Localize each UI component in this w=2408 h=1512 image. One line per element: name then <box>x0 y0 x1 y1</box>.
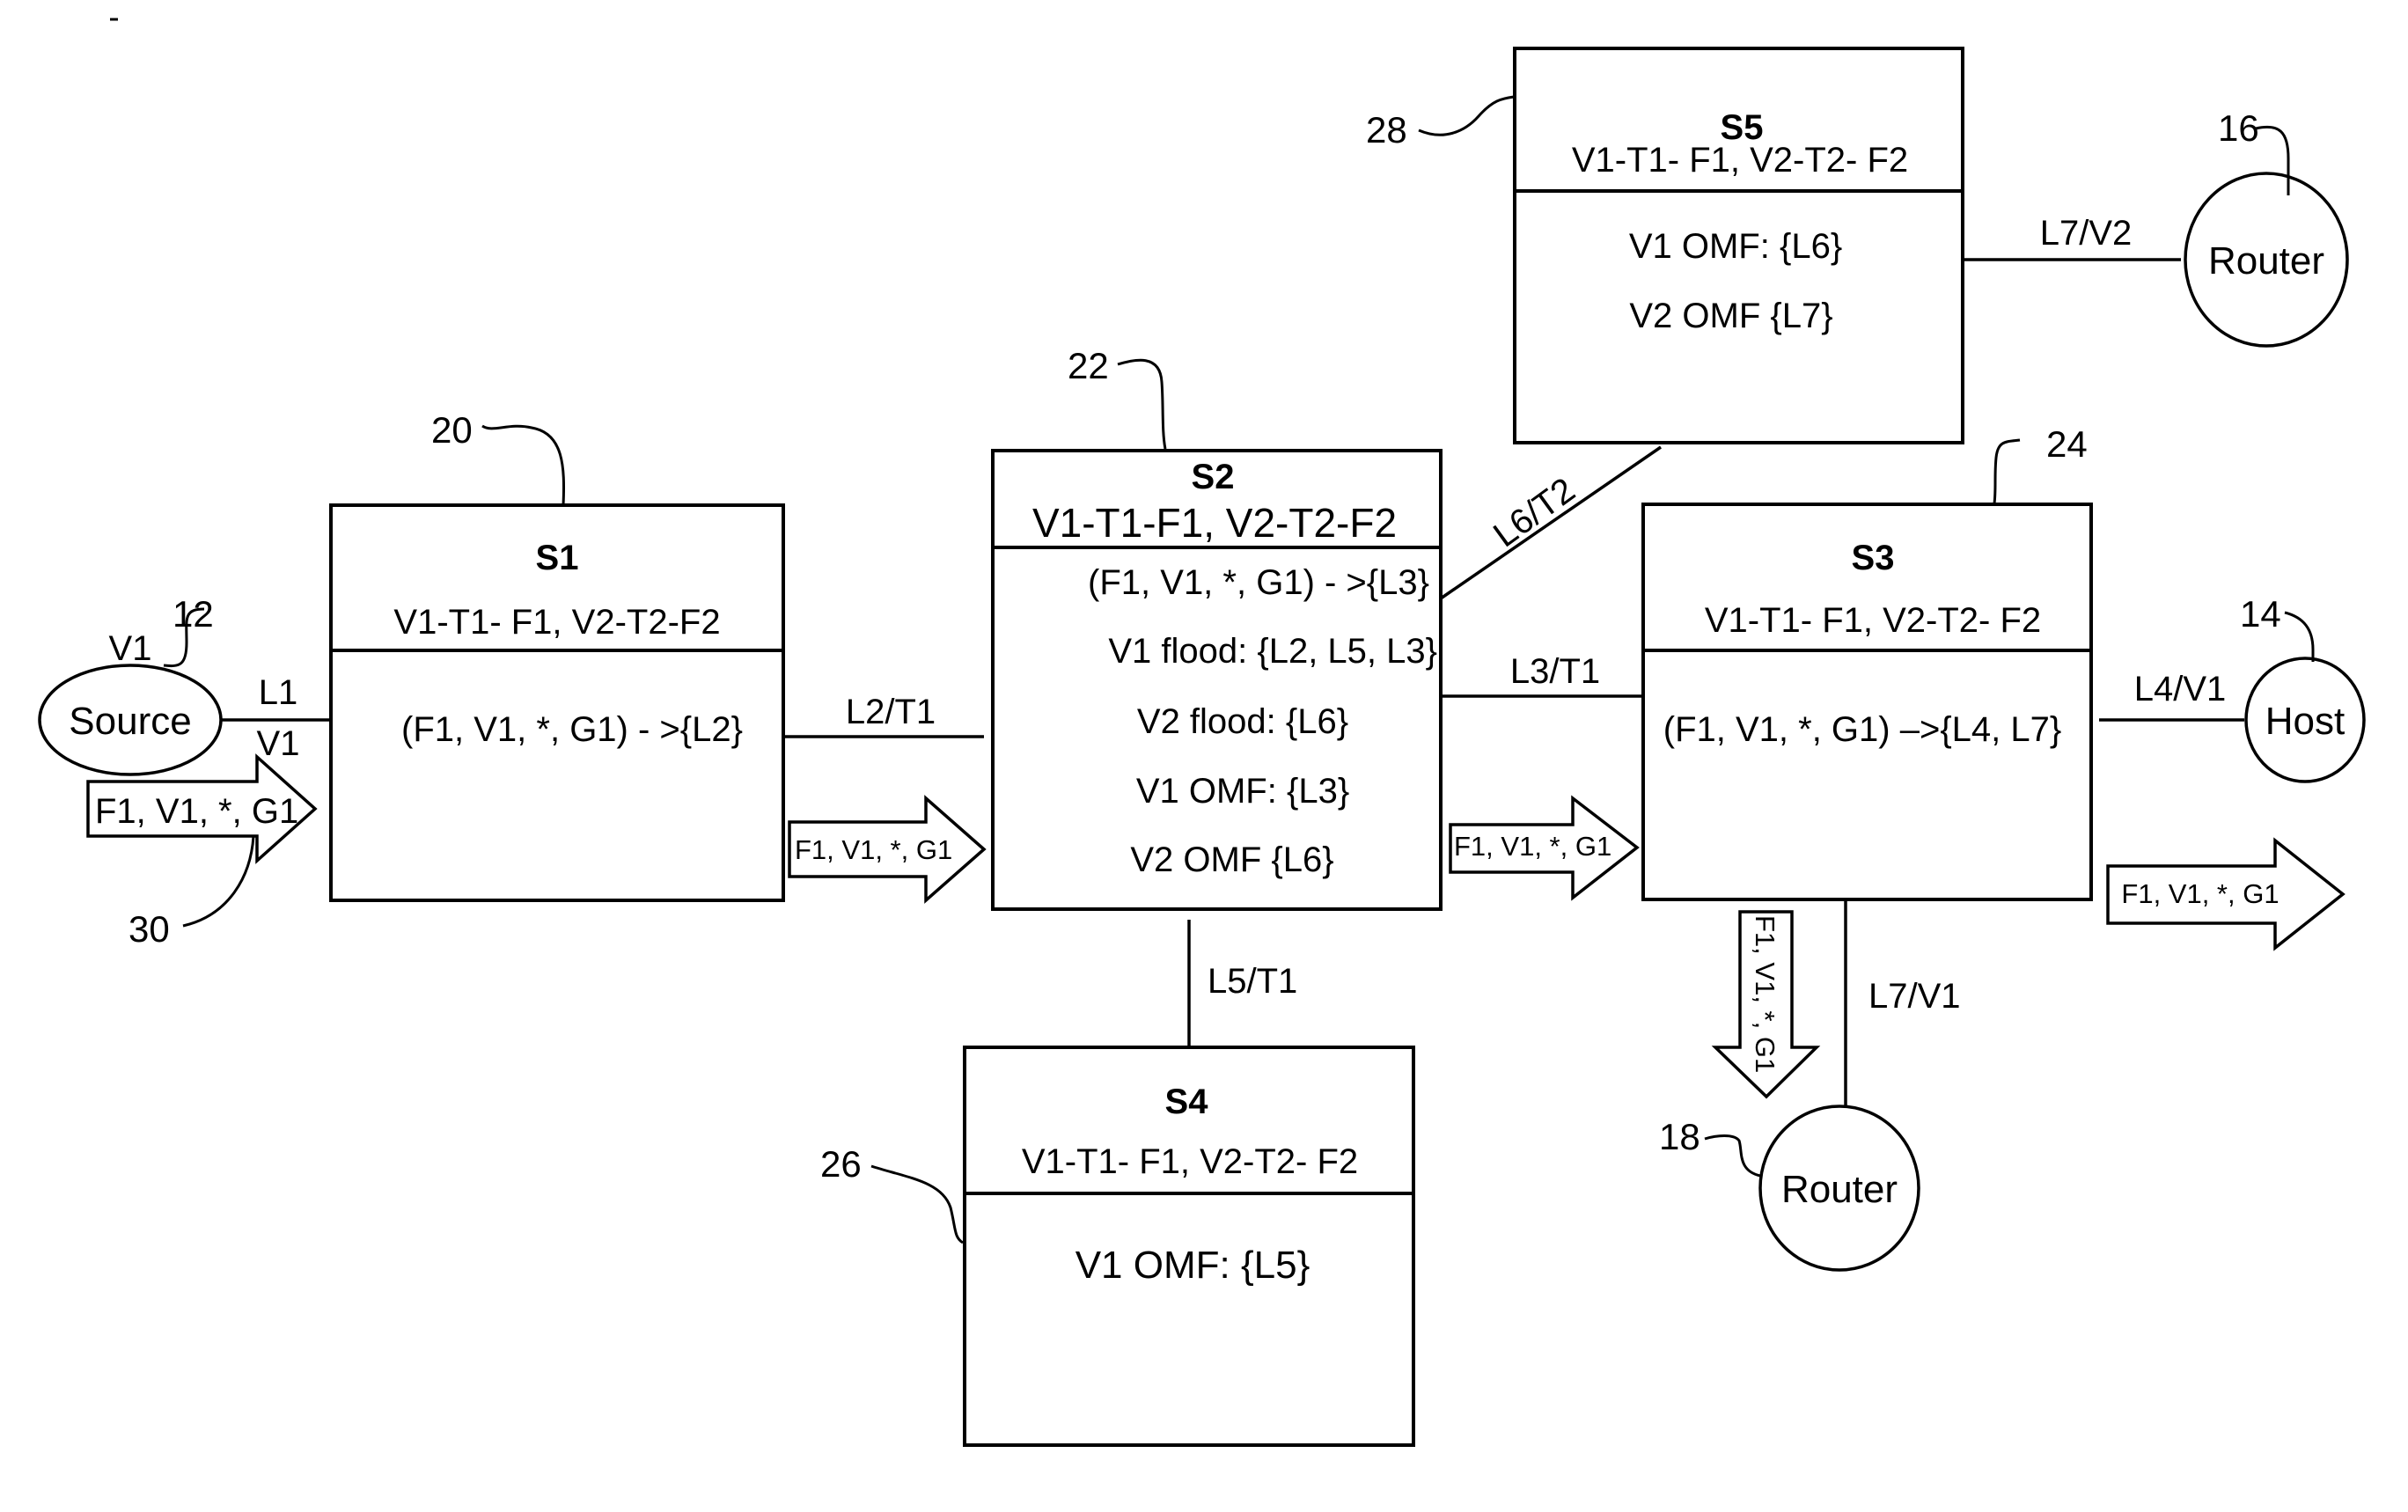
ref-26: 26 <box>820 1143 862 1185</box>
link-l5-label: L5/T1 <box>1208 962 1297 1001</box>
network-diagram: S1 V1-T1- F1, V2-T2-F2 (F1, V1, *, G1) -… <box>38 18 2366 1447</box>
ref-26-leader <box>870 1164 964 1244</box>
switch-s1-entry: (F1, V1, *, G1) - >{L2} <box>401 710 743 749</box>
packet-arrow-s2-s3: F1, V1, *, G1 <box>1449 795 1640 901</box>
packet-arrow-label: F1, V1, *, G1 <box>95 792 298 831</box>
switch-s4-vlan-map: V1-T1- F1, V2-T2- F2 <box>1022 1142 1358 1181</box>
switch-s3-title: S3 <box>1852 539 1895 577</box>
router-18-label: Router <box>1781 1168 1898 1211</box>
link-l7-v1-label: L7/V1 <box>1868 977 1961 1016</box>
switch-s3[interactable]: S3 V1-T1- F1, V2-T2- F2 (F1, V1, *, G1) … <box>1641 503 2093 901</box>
ref-22-leader <box>1117 358 1167 450</box>
switch-s1-vlan-map: V1-T1- F1, V2-T2-F2 <box>393 603 720 642</box>
ref-30-leader <box>182 835 255 928</box>
switch-s3-entry: (F1, V1, *, G1) –>{L4, L7} <box>1663 710 2062 749</box>
ref-14: 14 <box>2240 593 2281 635</box>
packet-arrow-label: F1, V1, *, G1 <box>795 834 952 865</box>
ref-20: 20 <box>431 409 473 451</box>
switch-s4[interactable]: S4 V1-T1- F1, V2-T2- F2 V1 OMF: {L5} <box>963 1046 1415 1447</box>
ref-20-leader <box>481 424 566 506</box>
switch-s5-vlan-map: V1-T1- F1, V2-T2- F2 <box>1572 141 1908 180</box>
ref-18-leader <box>1704 1134 1761 1178</box>
ref-24: 24 <box>2046 423 2088 465</box>
packet-arrow-label: F1, V1, *, G1 <box>1750 915 1780 1073</box>
ref-30: 30 <box>128 908 170 950</box>
switch-s2-vlan-map: V1-T1-F1, V2-T2-F2 <box>1032 500 1397 546</box>
endpoint-source[interactable]: Source V1 <box>38 629 223 776</box>
ref-28: 28 <box>1366 109 1407 150</box>
packet-arrow-label: F1, V1, *, G1 <box>1454 831 1611 862</box>
router-16-label: Router <box>2208 239 2324 283</box>
link-l3-label: L3/T1 <box>1510 652 1600 691</box>
switch-s5-entry: V1 OMF: {L6} <box>1629 227 1842 266</box>
switch-s2-entry: V2 OMF {L6} <box>1130 840 1333 879</box>
ref-22: 22 <box>1068 345 1109 386</box>
switch-s2-entry: V1 flood: {L2, L5, L3} <box>1108 632 1437 671</box>
link-l7-v2-label: L7/V2 <box>2040 214 2133 253</box>
switch-s1[interactable]: S1 V1-T1- F1, V2-T2-F2 (F1, V1, *, G1) -… <box>329 503 785 902</box>
endpoint-host[interactable]: Host <box>2244 657 2366 783</box>
switch-s4-title: S4 <box>1165 1083 1209 1121</box>
switch-s3-vlan-map: V1-T1- F1, V2-T2- F2 <box>1705 601 2041 640</box>
packet-arrow-label: F1, V1, *, G1 <box>2121 878 2279 909</box>
switch-s5[interactable]: S5 V1-T1- F1, V2-T2- F2 V1 OMF: {L6} V2 … <box>1513 47 1964 444</box>
ref-28-leader <box>1418 95 1515 136</box>
source-vlan-label: V1 <box>109 629 152 668</box>
switch-s2-entry: V2 flood: {L6} <box>1137 702 1348 741</box>
host-label: Host <box>2265 700 2345 743</box>
switch-s5-entry: V2 OMF {L7} <box>1629 297 1832 335</box>
link-l1-vlan-label: V1 <box>257 724 300 763</box>
ref-18: 18 <box>1659 1116 1700 1157</box>
ref-24-leader <box>1993 438 2021 504</box>
ref-16: 16 <box>2218 107 2259 149</box>
packet-arrow-s3-router18: F1, V1, *, G1 <box>1711 910 1821 1099</box>
source-label: Source <box>69 700 191 743</box>
packet-arrow-s3-out: F1, V1, *, G1 <box>2106 837 2346 951</box>
link-l2-label: L2/T1 <box>846 693 936 731</box>
switch-s2-title: S2 <box>1192 458 1235 496</box>
packet-arrow-s1-s2: F1, V1, *, G1 <box>788 795 987 904</box>
link-l4-label: L4/V1 <box>2134 670 2227 708</box>
switch-s1-title: S1 <box>536 539 579 577</box>
ref-12: 12 <box>173 593 214 635</box>
switch-s2-entry: (F1, V1, *, G1) - >{L3} <box>1088 563 1429 602</box>
endpoint-router-16[interactable]: Router <box>2184 172 2349 348</box>
endpoint-router-18[interactable]: Router <box>1758 1105 1920 1272</box>
switch-s2-entry: V1 OMF: {L3} <box>1136 772 1349 811</box>
switch-s2[interactable]: S2 V1-T1-F1, V2-T2-F2 (F1, V1, *, G1) - … <box>991 449 1443 911</box>
link-l1-label: L1 <box>259 673 298 712</box>
switch-s4-entry: V1 OMF: {L5} <box>1076 1244 1310 1287</box>
ref-14-leader <box>2284 611 2315 662</box>
